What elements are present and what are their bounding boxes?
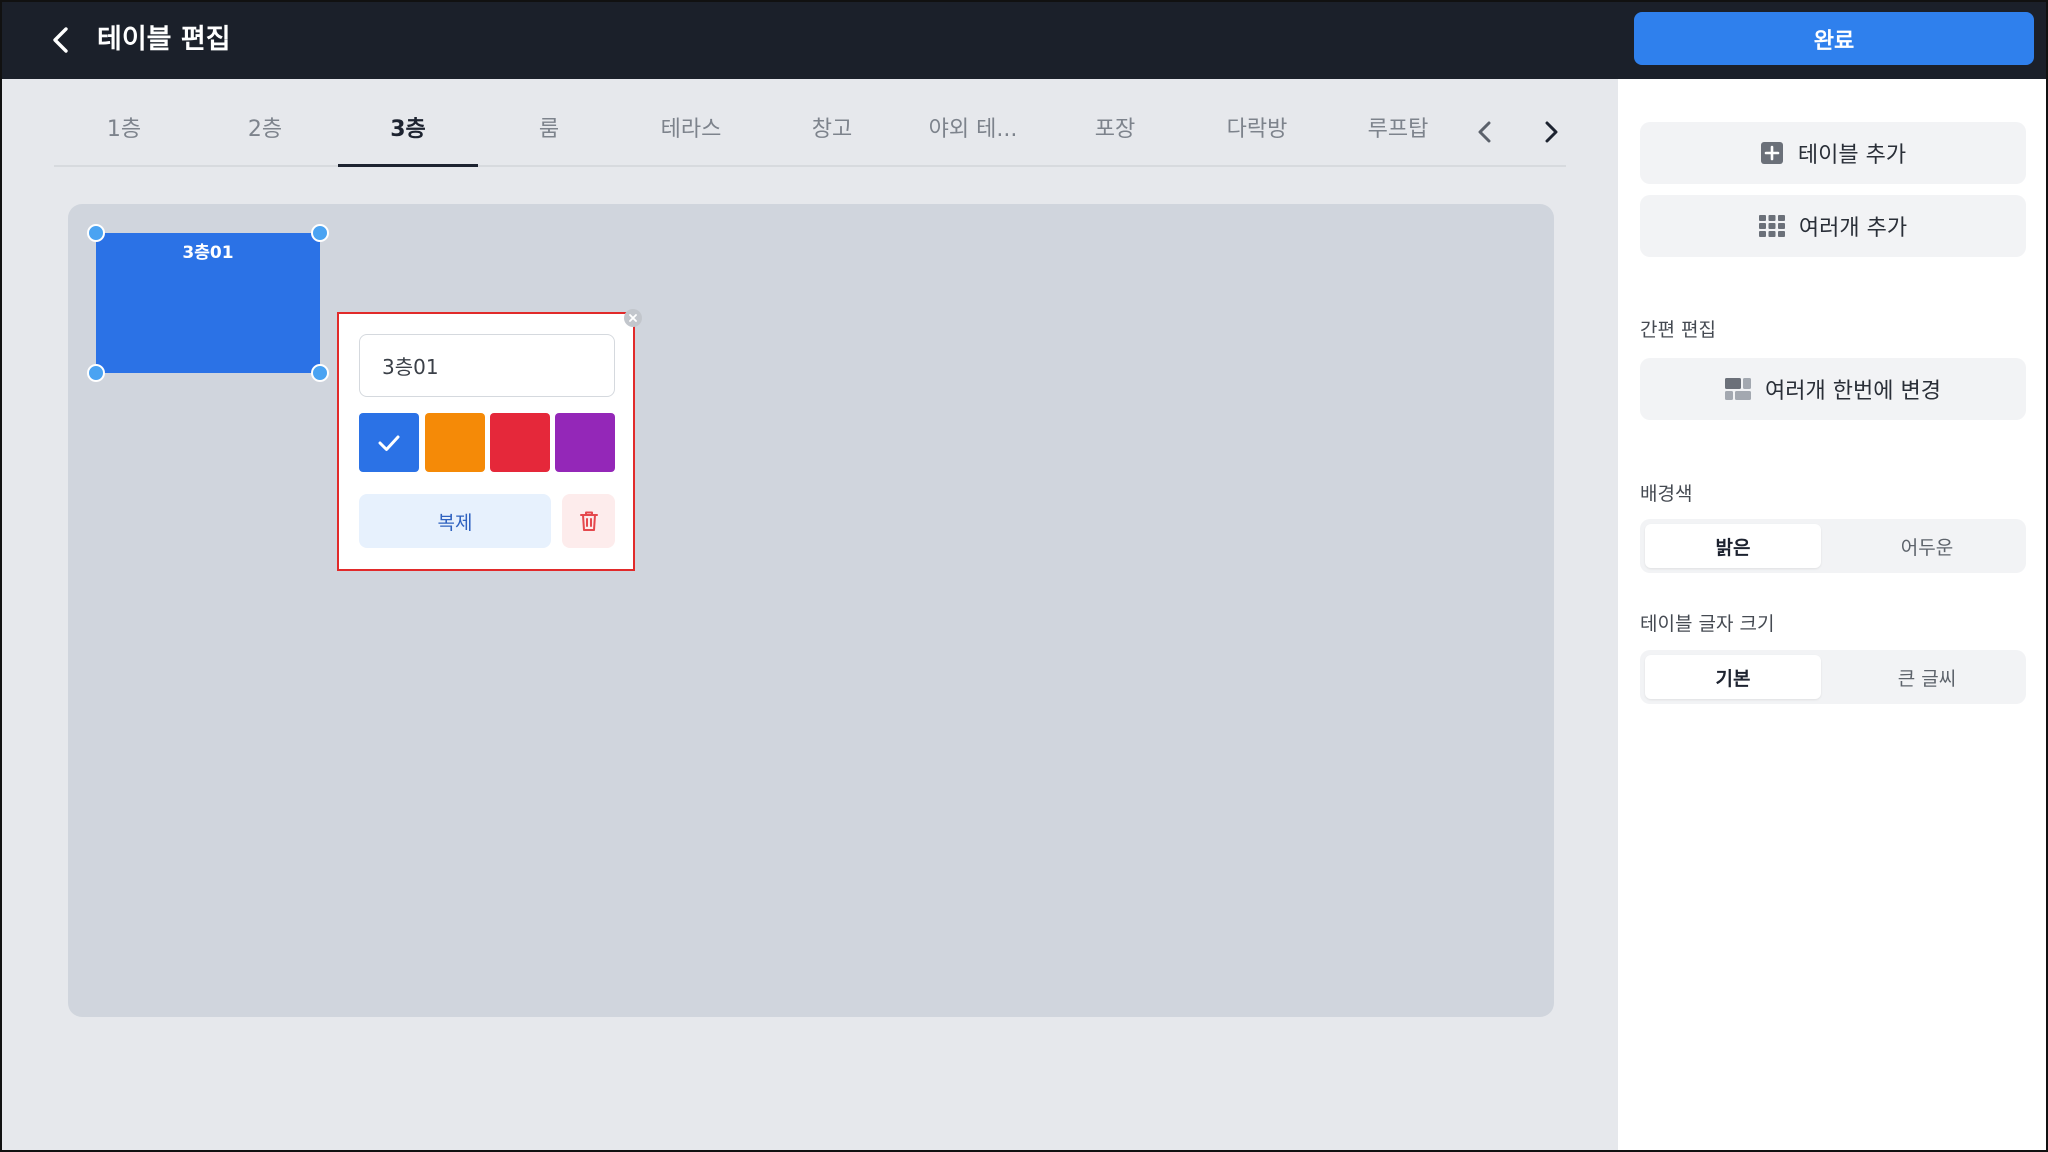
color-swatch-purple[interactable] [555,413,615,472]
color-swatch-red[interactable] [490,413,550,472]
tab-rooftop[interactable]: 루프탑 [1328,99,1468,167]
table-card-label: 3층01 [182,243,234,263]
resize-handle-top-right[interactable] [311,224,329,242]
table-card[interactable]: 3층01 [96,233,320,373]
grid-icon [1758,215,1785,237]
add-table-button[interactable]: 테이블 추가 [1640,122,2026,184]
popover-close-button[interactable] [624,309,642,327]
duplicate-button[interactable]: 복제 [359,494,551,548]
quick-edit-heading: 간편 편집 [1640,319,1716,341]
color-swatch-blue[interactable] [359,413,419,472]
font-size-default-option[interactable]: 기본 [1645,655,1821,699]
layout-icon [1725,378,1752,400]
trash-icon [579,511,598,531]
floor-editor-area: 1층 2층 3층 룸 테라스 창고 야외 테... 포장 다락방 루프탑 3층0… [2,79,1618,1150]
delete-button[interactable] [562,494,615,548]
add-table-label: 테이블 추가 [1797,143,1907,168]
bulk-change-label: 여러개 한번에 변경 [1765,379,1941,404]
resize-handle-bottom-left[interactable] [87,364,105,382]
font-size-toggle: 기본 큰 글씨 [1640,650,2026,704]
chevron-right-icon [1545,121,1558,143]
background-toggle: 밝은 어두운 [1640,519,2026,573]
floor-canvas[interactable]: 3층01 [68,204,1554,1017]
floor-tabs: 1층 2층 3층 룸 테라스 창고 야외 테... 포장 다락방 루프탑 [54,99,1566,167]
tab-terrace[interactable]: 테라스 [621,99,761,167]
plus-square-icon [1760,142,1783,164]
resize-handle-top-left[interactable] [87,224,105,242]
tab-room[interactable]: 룸 [479,99,619,167]
background-heading: 배경색 [1640,483,1693,505]
add-multiple-button[interactable]: 여러개 추가 [1640,195,2026,257]
color-swatch-orange[interactable] [425,413,485,472]
resize-handle-bottom-right[interactable] [311,364,329,382]
tab-outdoor[interactable]: 야외 테... [903,99,1043,167]
table-name-input[interactable] [359,334,615,397]
font-size-large-option[interactable]: 큰 글씨 [1839,655,2015,699]
page-title: 테이블 편집 [97,24,231,55]
tabs-prev-button[interactable] [1469,115,1503,149]
back-button[interactable] [42,20,82,60]
close-icon [629,314,637,322]
add-multiple-label: 여러개 추가 [1798,216,1908,241]
font-size-heading: 테이블 글자 크기 [1640,613,1775,635]
top-bar: 테이블 편집 완료 [2,2,2046,79]
chevron-left-icon [1478,121,1491,143]
done-button[interactable]: 완료 [1634,12,2034,65]
tab-takeout[interactable]: 포장 [1045,99,1185,167]
background-light-option[interactable]: 밝은 [1645,524,1821,568]
tab-floor-1[interactable]: 1층 [54,99,194,167]
tab-attic[interactable]: 다락방 [1187,99,1327,167]
bulk-change-button[interactable]: 여러개 한번에 변경 [1640,358,2026,420]
check-icon [378,435,400,451]
background-dark-option[interactable]: 어두운 [1839,524,2015,568]
chevron-left-icon [53,27,68,53]
table-edit-popover: 복제 [337,312,635,571]
tab-floor-3[interactable]: 3층 [338,99,478,167]
right-sidebar: 테이블 추가 여러개 추가 간편 편집 여러개 한번에 변경 배경색 밝은 어두… [1618,79,2046,1150]
tabs-next-button[interactable] [1534,115,1568,149]
tab-floor-2[interactable]: 2층 [195,99,335,167]
tab-storage[interactable]: 창고 [762,99,902,167]
